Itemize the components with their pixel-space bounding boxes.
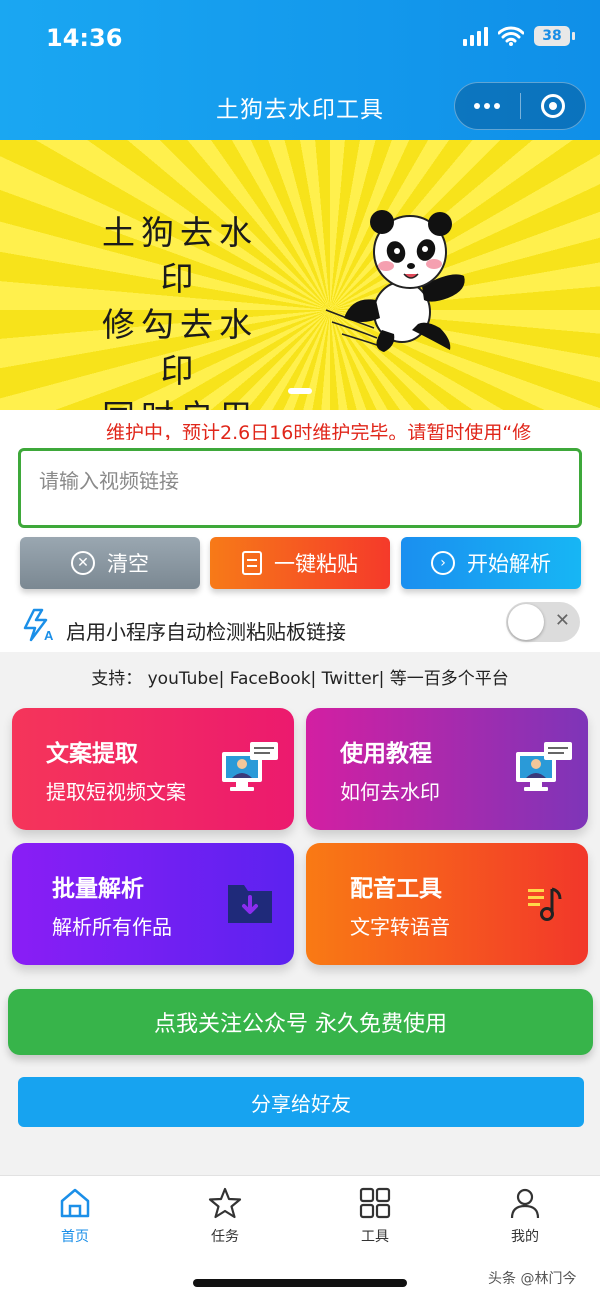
status-time: 14:36: [46, 24, 123, 52]
tab-mine[interactable]: 我的: [480, 1186, 570, 1246]
folder-download-icon: [228, 885, 272, 923]
card-title: 配音工具: [350, 876, 442, 902]
star-icon: [208, 1187, 242, 1219]
close-icon: ✕: [554, 610, 570, 631]
banner[interactable]: 土狗去水印 修勾去水印 同时启用: [0, 140, 600, 410]
tab-bar: 首页 任务 工具 我的 头条 @林门今: [0, 1175, 600, 1298]
signal-icon: [463, 26, 488, 46]
feature-card-copy-extract[interactable]: 文案提取 提取短视频文案: [12, 708, 294, 830]
card-title: 文案提取: [46, 741, 138, 767]
paste-button-label: 一键粘贴: [274, 552, 358, 576]
target-close-icon[interactable]: [521, 94, 586, 118]
auto-detect-toggle[interactable]: ✕: [506, 602, 580, 642]
svg-text:A: A: [44, 628, 54, 642]
x-circle-icon: ✕: [71, 551, 95, 575]
tab-tasks-label: 任务: [211, 1229, 239, 1245]
home-indicator: [193, 1279, 407, 1287]
grid-icon: [359, 1187, 391, 1219]
card-subtitle: 文字转语音: [350, 915, 450, 939]
banner-line: 同时启用: [90, 394, 270, 410]
home-icon: [60, 1188, 90, 1218]
tab-home-label: 首页: [61, 1229, 89, 1245]
video-url-input[interactable]: [18, 448, 582, 528]
auto-detect-row: A 启用小程序自动检测粘贴板链接 ✕: [0, 600, 600, 652]
follow-official-account-button[interactable]: 点我关注公众号 永久免费使用: [8, 989, 593, 1055]
parse-button[interactable]: › 开始解析: [401, 537, 581, 589]
toggle-knob: [508, 604, 544, 640]
header: 14:36 38 土狗去水印工具: [0, 0, 600, 140]
clear-button[interactable]: ✕ 清空: [20, 537, 200, 589]
supported-platforms: 支持： youTube| FaceBook| Twitter| 等一百多个平台: [91, 669, 509, 689]
tab-tools-label: 工具: [361, 1229, 389, 1245]
parse-button-label: 开始解析: [467, 552, 551, 576]
carousel-indicator: [288, 388, 312, 394]
document-icon: [242, 551, 262, 575]
card-subtitle: 如何去水印: [340, 780, 440, 804]
card-title: 批量解析: [52, 876, 144, 902]
monitor-chat-icon: [222, 742, 278, 791]
share-to-friends-button[interactable]: 分享给好友: [18, 1077, 584, 1127]
capsule-menu: [454, 82, 586, 130]
card-subtitle: 解析所有作品: [52, 915, 172, 939]
tab-tools[interactable]: 工具: [330, 1186, 420, 1246]
clear-button-label: 清空: [107, 552, 149, 576]
feature-card-dubbing[interactable]: 配音工具 文字转语音: [306, 843, 588, 965]
music-list-icon: [528, 887, 562, 921]
user-icon: [510, 1188, 540, 1219]
card-subtitle: 提取短视频文案: [46, 780, 186, 804]
chevron-right-circle-icon: ›: [431, 551, 455, 575]
banner-line: 修勾去水印: [102, 305, 258, 390]
wifi-icon: [498, 26, 524, 46]
banner-line: 土狗去水印: [102, 213, 258, 298]
paste-button[interactable]: 一键粘贴: [210, 537, 390, 589]
banner-text: 土狗去水印 修勾去水印 同时启用: [90, 210, 270, 410]
battery-indicator: 38: [534, 26, 575, 46]
feature-card-batch-parse[interactable]: 批量解析 解析所有作品: [12, 843, 294, 965]
panda-illustration: [325, 210, 465, 352]
monitor-chat-icon: [516, 742, 572, 791]
auto-flash-icon: A: [23, 608, 54, 642]
card-title: 使用教程: [340, 741, 432, 767]
tab-mine-label: 我的: [511, 1229, 539, 1245]
status-icons: 38: [463, 26, 575, 46]
auto-detect-label: 启用小程序自动检测粘贴板链接: [66, 620, 346, 644]
watermark: 头条 @林门今: [488, 1271, 577, 1287]
feature-card-tutorial[interactable]: 使用教程 如何去水印: [306, 708, 588, 830]
tab-home[interactable]: 首页: [30, 1186, 120, 1246]
more-dots-icon[interactable]: [455, 103, 520, 109]
tab-tasks[interactable]: 任务: [180, 1186, 270, 1246]
